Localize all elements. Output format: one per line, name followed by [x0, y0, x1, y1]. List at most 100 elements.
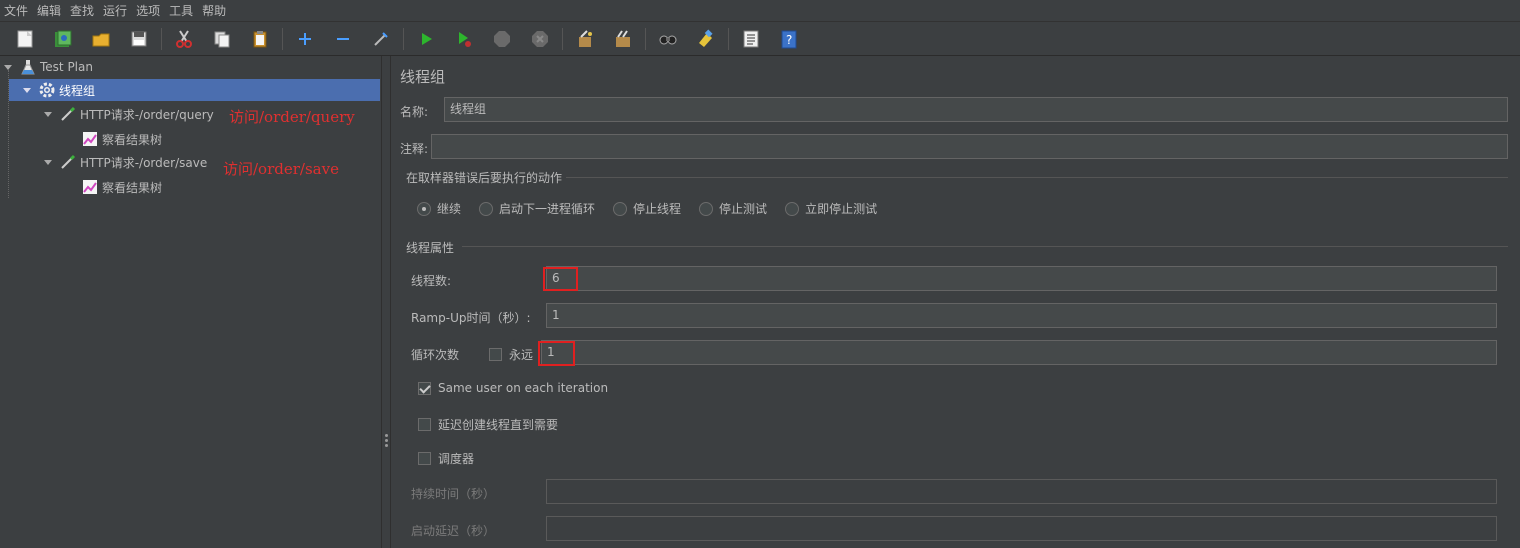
section-divider: [566, 177, 1508, 178]
pipette-icon: [60, 154, 76, 170]
name-field[interactable]: 线程组: [444, 97, 1508, 122]
tree-item-label: HTTP请求-/order/query: [80, 107, 214, 122]
radio-button[interactable]: [785, 201, 800, 216]
tree-item-label: 线程组: [59, 83, 96, 98]
toolbar-separator: [282, 27, 283, 50]
highlight-box: [538, 341, 575, 366]
toolbar: ?: [0, 22, 1520, 56]
comment-field[interactable]: [431, 134, 1508, 159]
tree-item-thread-group[interactable]: 线程组: [9, 79, 380, 101]
expand-arrow-icon[interactable]: [23, 87, 31, 93]
radio-button[interactable]: [479, 201, 494, 216]
templates-icon[interactable]: [50, 26, 76, 52]
tree-item-label: HTTP请求-/order/save: [80, 155, 208, 170]
expand-arrow-icon[interactable]: [4, 64, 12, 70]
scheduler-checkbox[interactable]: 调度器: [418, 450, 474, 467]
menu-options[interactable]: 选项: [132, 0, 165, 22]
loop-count-field[interactable]: 1: [541, 340, 1497, 365]
new-icon[interactable]: [12, 26, 38, 52]
save-icon[interactable]: [126, 26, 152, 52]
tree-item-result-tree-2[interactable]: 察看结果树: [82, 176, 162, 198]
expand-arrow-icon[interactable]: [44, 159, 52, 165]
thread-group-panel: 线程组 名称: 线程组 注释: 在取样器错误后要执行的动作 继续 启动下一进程循…: [391, 56, 1520, 548]
chart-icon: [82, 179, 98, 195]
collapse-icon[interactable]: [330, 26, 356, 52]
clear-icon[interactable]: [572, 26, 598, 52]
checkbox[interactable]: [489, 348, 502, 361]
menu-run[interactable]: 运行: [99, 0, 132, 22]
toggle-icon[interactable]: [368, 26, 394, 52]
startup-delay-label: 启动延迟（秒）: [411, 524, 496, 538]
expand-arrow-icon[interactable]: [44, 111, 52, 117]
radio-button[interactable]: [613, 201, 628, 216]
start-no-pause-icon[interactable]: [451, 26, 477, 52]
reset-search-icon[interactable]: [693, 26, 719, 52]
error-action-section-title: 在取样器错误后要执行的动作: [406, 171, 563, 185]
checkbox[interactable]: [418, 381, 431, 395]
delay-thread-creation-checkbox[interactable]: 延迟创建线程直到需要: [418, 416, 558, 433]
checkbox[interactable]: [418, 452, 431, 465]
expand-icon[interactable]: [292, 26, 318, 52]
copy-icon[interactable]: [209, 26, 235, 52]
radio-stop-thread[interactable]: 停止线程: [613, 200, 681, 217]
clear-all-icon[interactable]: [610, 26, 636, 52]
stop-icon[interactable]: [489, 26, 515, 52]
radio-continue[interactable]: 继续: [417, 200, 461, 217]
toolbar-separator: [728, 27, 729, 50]
radio-button[interactable]: [417, 201, 431, 216]
toolbar-separator: [161, 27, 162, 50]
tree-item-http-save[interactable]: HTTP请求-/order/save: [44, 151, 207, 173]
checkbox[interactable]: [418, 418, 431, 431]
tree-item-label: 察看结果树: [102, 180, 163, 195]
tree-item-label: Test Plan: [40, 60, 93, 74]
annotation-query: 访问/order/query: [229, 108, 355, 126]
threads-field[interactable]: 6: [546, 266, 1497, 291]
radio-start-next-loop[interactable]: 启动下一进程循环: [479, 200, 595, 217]
thread-properties-section-title: 线程属性: [406, 241, 455, 255]
radio-stop-test-now[interactable]: 立即停止测试: [785, 200, 877, 217]
startup-delay-field[interactable]: [546, 516, 1497, 541]
radio-label: 停止线程: [633, 202, 682, 216]
grip-dot: [385, 434, 388, 437]
start-icon[interactable]: [413, 26, 439, 52]
annotation-save: 访问/order/save: [223, 160, 339, 178]
highlight-box: [543, 267, 578, 291]
gear-icon: [39, 82, 55, 98]
panel-splitter[interactable]: [381, 56, 391, 548]
page-title: 线程组: [400, 68, 446, 86]
menu-edit[interactable]: 编辑: [33, 0, 66, 22]
cut-icon[interactable]: [171, 26, 197, 52]
grip-dot: [385, 444, 388, 447]
open-icon[interactable]: [88, 26, 114, 52]
duration-field[interactable]: [546, 479, 1497, 504]
radio-label: 继续: [437, 202, 462, 216]
menu-tools[interactable]: 工具: [165, 0, 198, 22]
radio-label: 立即停止测试: [805, 202, 878, 216]
menu-search[interactable]: 查找: [66, 0, 99, 22]
search-icon[interactable]: [655, 26, 681, 52]
forever-checkbox[interactable]: 永远: [489, 346, 533, 363]
tree-item-http-query[interactable]: HTTP请求-/order/query: [44, 103, 214, 125]
svg-text:?: ?: [786, 33, 792, 47]
flask-icon: [20, 59, 36, 75]
section-divider: [462, 246, 1508, 247]
threads-label: 线程数:: [411, 274, 452, 288]
radio-button[interactable]: [699, 201, 714, 216]
rampup-field[interactable]: 1: [546, 303, 1497, 328]
name-label: 名称:: [400, 105, 429, 119]
paste-icon[interactable]: [247, 26, 273, 52]
tree-item-label: 察看结果树: [102, 132, 163, 147]
same-user-checkbox[interactable]: Same user on each iteration: [418, 381, 608, 395]
pipette-icon: [60, 106, 76, 122]
menu-help[interactable]: 帮助: [198, 0, 231, 22]
shutdown-icon[interactable]: [527, 26, 553, 52]
help-icon[interactable]: ?: [776, 26, 802, 52]
radio-label: 启动下一进程循环: [499, 202, 596, 216]
tree-item-test-plan[interactable]: Test Plan: [4, 56, 381, 78]
tree-item-result-tree-1[interactable]: 察看结果树: [82, 128, 162, 150]
radio-stop-test[interactable]: 停止测试: [699, 200, 767, 217]
menu-file[interactable]: 文件: [0, 0, 33, 22]
grip-dot: [385, 439, 388, 442]
function-helper-icon[interactable]: [738, 26, 764, 52]
error-action-radio-group: 继续 启动下一进程循环 停止线程 停止测试 立即停止测试: [417, 200, 895, 217]
